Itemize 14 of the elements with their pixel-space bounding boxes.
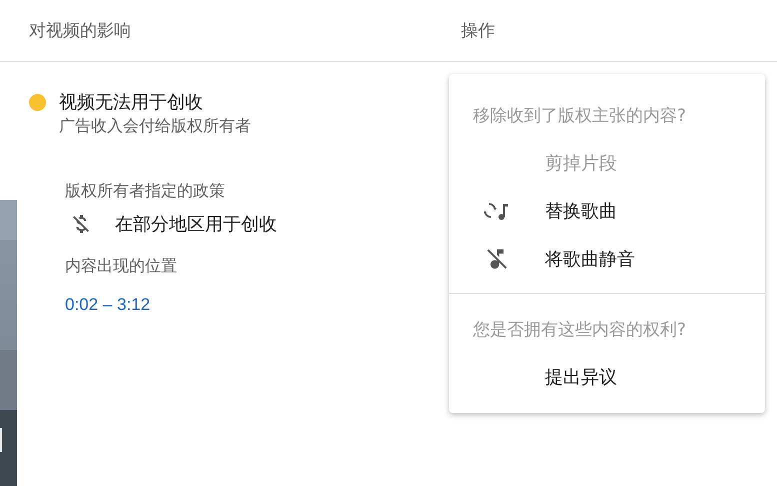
impact-description: 广告收入会付给版权所有者 [59,116,251,137]
column-header: 操作 [461,20,495,42]
menu-item[interactable]: 提出异议 [545,365,617,389]
menu-heading: 移除收到了版权主张的内容? [473,105,688,127]
impact-title: 视频无法用于创收 [59,91,204,114]
menu-heading: 您是否拥有这些内容的权利? [473,319,688,341]
swap-music-icon [484,201,510,221]
column-header: 对视频的影响 [29,20,132,42]
menu-item[interactable]: 将歌曲静音 [545,247,635,271]
policy-value: 在部分地区用于创收 [115,213,277,236]
timestamp-link[interactable]: 0:02 – 3:12 [65,295,150,315]
menu-item[interactable]: 替换歌曲 [545,199,617,223]
location-label: 内容出现的位置 [65,256,177,277]
policy-label: 版权所有者指定的政策 [65,181,225,202]
